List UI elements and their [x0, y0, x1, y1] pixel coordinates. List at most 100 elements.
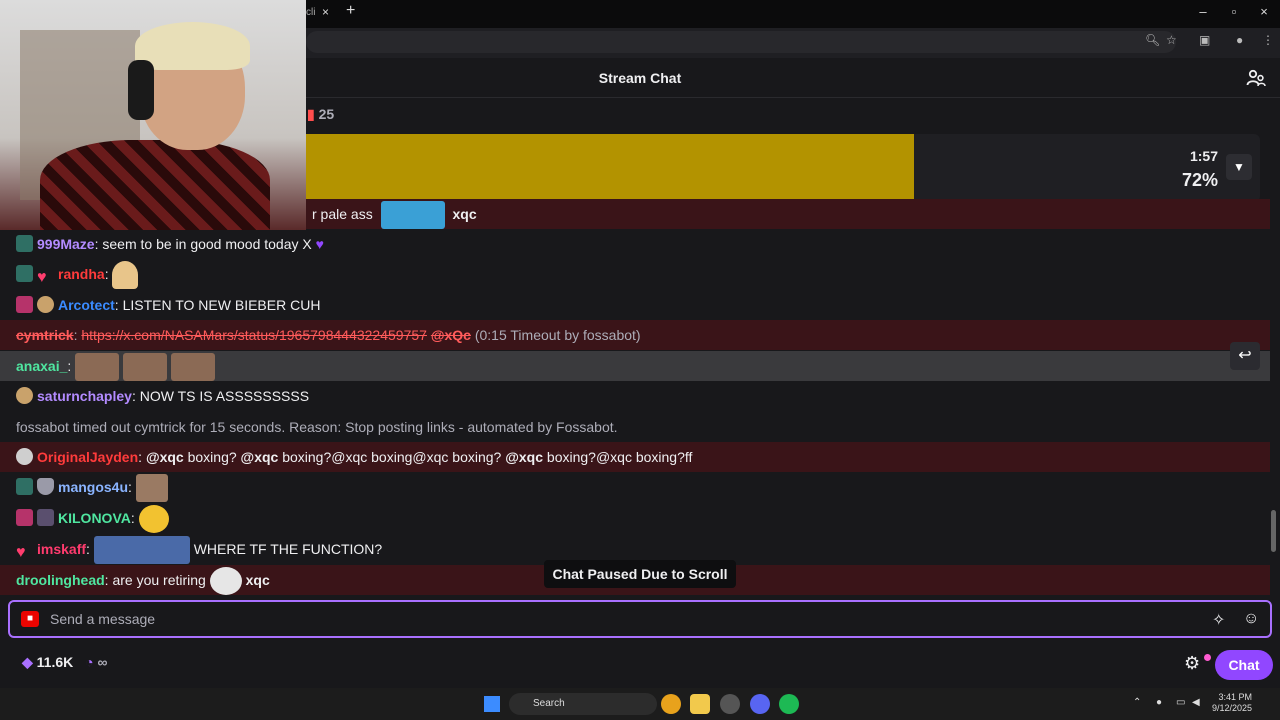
sub-badge-icon[interactable]	[16, 265, 33, 282]
message-text: r pale ass	[312, 206, 373, 222]
chrome-icon[interactable]	[661, 694, 681, 714]
channel-points-value: 11.6K	[36, 654, 74, 670]
emote[interactable]	[93, 536, 190, 564]
webcam-hair	[135, 22, 250, 70]
infinity-label: ∞	[97, 654, 108, 670]
username[interactable]: imskaff	[37, 541, 86, 557]
clock-date: 9/12/2025	[1211, 703, 1252, 713]
taskbar-search[interactable]: Search	[509, 693, 657, 715]
chat-message[interactable]: saturnchapley: NOW TS IS ASSSSSSSSS	[0, 381, 1270, 411]
chat-message[interactable]: KILONOVA:	[0, 503, 1270, 533]
prediction-bar[interactable]: 1:57 72% ▼	[306, 134, 1260, 202]
minimize-icon[interactable]: –	[1194, 4, 1212, 19]
message-text: boxing?@xqc boxing?ff	[543, 449, 693, 465]
username[interactable]: KILONOVA	[58, 510, 131, 526]
maximize-icon[interactable]: ▫	[1225, 4, 1243, 19]
taskbar-search-label: Search	[533, 698, 565, 709]
emote[interactable]	[170, 353, 215, 381]
scrollbar[interactable]	[1271, 510, 1276, 552]
emote[interactable]	[123, 353, 168, 381]
emote[interactable]	[75, 353, 120, 381]
chat-message[interactable]: mangos4u:	[0, 472, 1270, 502]
username[interactable]: 999Maze	[37, 236, 95, 252]
chat-message[interactable]: 999Maze: seem to be in good mood today X…	[0, 229, 1270, 259]
profile-icon[interactable]: ●	[1236, 33, 1243, 47]
emote[interactable]	[112, 261, 139, 289]
emoji-icon[interactable]: ☺	[1243, 610, 1259, 628]
chat-message[interactable]: anaxai_:	[0, 351, 1270, 381]
sub-badge-icon[interactable]	[16, 387, 33, 404]
username[interactable]: randha	[58, 266, 105, 282]
chat-send-button[interactable]: Chat	[1215, 650, 1273, 680]
sparkle-icon[interactable]: ✧	[1212, 610, 1225, 630]
users-icon[interactable]	[1246, 68, 1266, 88]
taskbar-clock[interactable]: 3:41 PM 9/12/2025	[1208, 692, 1252, 714]
prediction-percent: 72%	[1181, 170, 1218, 190]
chat-input[interactable]: ■ Send a message ✧ ☺	[8, 600, 1272, 638]
emote[interactable]	[135, 474, 168, 502]
heart-badge-icon[interactable]: ♥	[16, 544, 33, 561]
extensions-icon[interactable]: ▣	[1199, 33, 1210, 47]
chat-message: fossabot timed out cymtrick for 15 secon…	[0, 412, 1270, 442]
sub-badge-icon[interactable]	[16, 296, 33, 313]
username[interactable]: anaxai_	[16, 358, 67, 374]
username[interactable]: cymtrick	[16, 327, 74, 343]
message-text: WHERE TF THE FUNCTION?	[193, 541, 383, 557]
prediction-badge-icon[interactable]	[37, 296, 54, 313]
discord-icon[interactable]	[750, 694, 770, 714]
shield-badge-icon[interactable]	[37, 478, 54, 495]
message-trail: xqc	[452, 206, 477, 222]
mic-icon[interactable]: ●	[1156, 697, 1162, 708]
file-explorer-icon[interactable]	[690, 694, 710, 714]
spotify-icon[interactable]	[779, 694, 799, 714]
message-text: boxing?	[183, 449, 241, 465]
menu-icon[interactable]: ⋮	[1262, 33, 1274, 47]
message-text: seem to be in good mood today X	[102, 236, 312, 252]
username[interactable]: saturnchapley	[37, 388, 132, 404]
prediction-fill	[306, 134, 914, 202]
chat-paused-banner[interactable]: Chat Paused Due to Scroll	[544, 560, 736, 588]
network-icon[interactable]: ▭	[1176, 697, 1185, 708]
webcam-overlay	[0, 0, 306, 230]
bits-badge-icon[interactable]	[37, 509, 54, 526]
emote[interactable]	[209, 567, 242, 595]
username[interactable]: Arcotect	[58, 297, 115, 313]
message-text: are you retiring	[112, 572, 206, 588]
sub-badge-icon[interactable]	[16, 478, 33, 495]
username[interactable]: mangos4u	[58, 479, 128, 495]
star-icon[interactable]: ☆	[1166, 33, 1177, 47]
url-field[interactable]	[306, 31, 1176, 53]
chat-message[interactable]: OriginalJayden: @xqc boxing? @xqc boxing…	[0, 442, 1270, 472]
camera-icon[interactable]: ■	[21, 611, 39, 627]
channel-points[interactable]: ◆ 11.6K ◔ ∞	[22, 654, 108, 671]
new-tab-icon[interactable]: +	[346, 2, 355, 20]
gear-icon[interactable]: ⚙	[1184, 653, 1200, 674]
channel-points-icon: ◆	[22, 654, 33, 670]
prediction-badge-icon[interactable]	[16, 448, 33, 465]
emote[interactable]	[380, 201, 445, 229]
volume-icon[interactable]: ◀	[1192, 697, 1200, 708]
mention: @xQc	[430, 327, 471, 343]
message-text: NOW TS IS ASSSSSSSSS	[139, 388, 310, 404]
reply-icon[interactable]: ↩	[1230, 342, 1260, 370]
sub-badge-icon[interactable]	[16, 235, 33, 252]
windows-start-icon[interactable]	[484, 696, 500, 712]
close-window-icon[interactable]: ×	[1255, 4, 1273, 19]
sub-badge-icon[interactable]	[16, 509, 33, 526]
tray-chevron-icon[interactable]: ⌃	[1133, 697, 1141, 708]
chat-message[interactable]: cymtrick: https://x.com/NASAMars/status/…	[0, 320, 1270, 350]
username[interactable]: droolinghead	[16, 572, 105, 588]
heart-badge-icon[interactable]: ♥	[37, 269, 54, 286]
webcam-headset	[128, 60, 154, 120]
zoom-icon[interactable]: 🔍︎	[1145, 33, 1160, 47]
emote[interactable]	[138, 505, 169, 533]
tab-close-icon[interactable]: ×	[322, 5, 329, 19]
notification-dot	[1204, 654, 1211, 661]
chat-message[interactable]: ♥ randha:	[0, 259, 1270, 289]
username[interactable]: OriginalJayden	[37, 449, 138, 465]
chevron-down-icon[interactable]: ▼	[1226, 154, 1252, 180]
chat-message[interactable]: Arcotect: LISTEN TO NEW BIEBER CUH	[0, 290, 1270, 320]
message-text: boxing?@xqc boxing@xqc boxing?	[278, 449, 506, 465]
gift-count: ▮ 25	[307, 106, 334, 123]
obs-icon[interactable]	[720, 694, 740, 714]
